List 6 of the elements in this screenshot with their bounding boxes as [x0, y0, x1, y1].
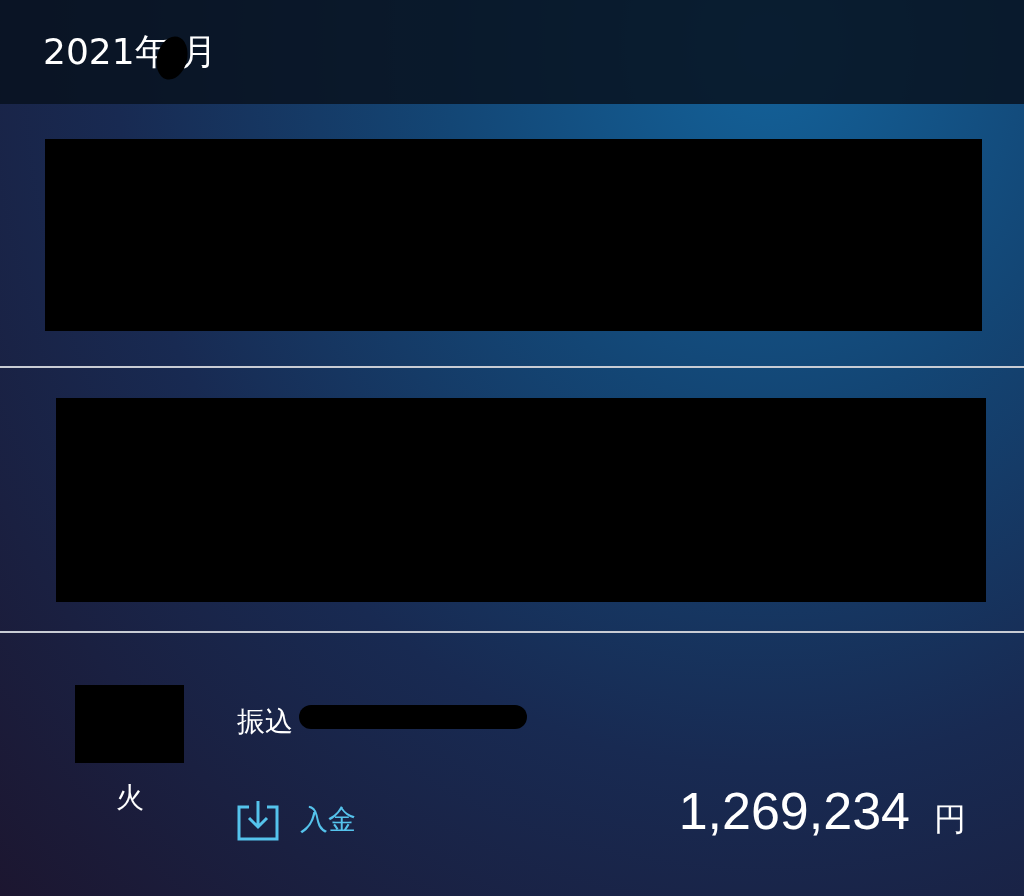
amount-value: 1,269,234: [678, 785, 910, 837]
transaction-type: 入金: [300, 802, 356, 838]
currency-label: 円: [934, 803, 966, 835]
weekday-label: 火: [115, 780, 144, 816]
month-label: 月: [180, 34, 217, 70]
transaction-description: 振込: [237, 704, 293, 740]
